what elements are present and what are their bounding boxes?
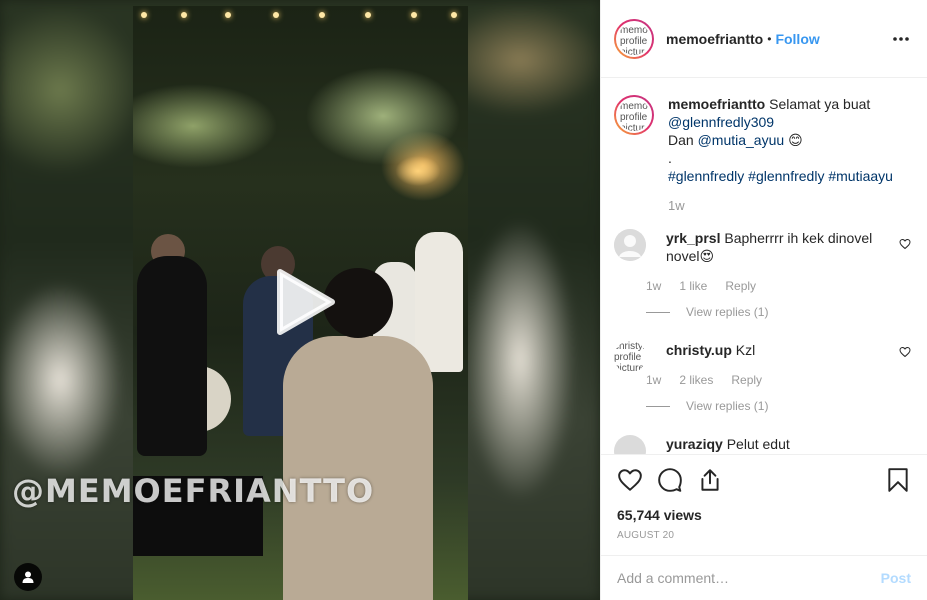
view-replies-label: View replies (1) xyxy=(686,399,769,413)
comment-likes[interactable]: 2 likes xyxy=(679,373,713,387)
reply-button[interactable]: Reply xyxy=(731,373,762,387)
guitarist xyxy=(415,232,463,372)
comment-avatar[interactable] xyxy=(614,435,646,454)
heart-eyes-emoji: 😍 xyxy=(699,248,715,264)
replies-line xyxy=(646,311,670,313)
post-header: memoefriantto's profile picture memoefri… xyxy=(601,0,927,78)
comment-username[interactable]: yrk_prsl xyxy=(666,230,720,246)
smile-emoji: 😊 xyxy=(788,132,803,148)
comment-input[interactable] xyxy=(617,570,881,586)
comment-likes[interactable]: 1 like xyxy=(679,279,707,293)
comment-item: yuraziqy Pelut edut xyxy=(614,435,911,454)
caption-time[interactable]: 1w xyxy=(668,197,893,215)
caption-dot: . xyxy=(668,150,672,166)
separator-dot: • xyxy=(767,31,772,46)
post-button[interactable]: Post xyxy=(881,570,911,586)
caption-text-1: Selamat ya buat xyxy=(769,96,871,112)
more-options-icon[interactable] xyxy=(891,29,911,49)
caption-username[interactable]: memoefriantto xyxy=(668,96,765,112)
comment-icon[interactable] xyxy=(657,467,683,493)
follow-button[interactable]: Follow xyxy=(775,31,819,47)
performer-black xyxy=(137,256,207,456)
view-replies-button[interactable]: View replies (1) xyxy=(646,399,886,413)
hashtag-link[interactable]: #mutiaayu xyxy=(828,168,893,184)
mention-link[interactable]: @mutia_ayuu xyxy=(698,132,785,148)
heart-icon[interactable] xyxy=(617,467,643,493)
comment-text: Kzl xyxy=(735,342,756,358)
chandelier xyxy=(388,146,448,196)
comment-time[interactable]: 1w xyxy=(646,279,661,293)
add-comment-bar: Post xyxy=(601,555,927,600)
caption-text-2: Dan xyxy=(668,132,694,148)
string-lights xyxy=(133,12,468,22)
avatar[interactable]: memoefriantto's profile picture xyxy=(614,18,654,59)
person-in-suit xyxy=(283,336,433,600)
mention-link[interactable]: @glennfredly309 xyxy=(668,114,774,130)
comment-username[interactable]: yuraziqy xyxy=(666,436,723,452)
share-icon[interactable] xyxy=(697,467,723,493)
comment-like-heart-icon[interactable] xyxy=(899,345,911,358)
caption: memoefriantto's profile picture memoefri… xyxy=(614,95,911,215)
caption-avatar-image: memoefriantto's profile picture xyxy=(616,97,652,133)
comment-like-heart-icon[interactable] xyxy=(899,237,911,250)
header-username[interactable]: memoefriantto xyxy=(666,31,763,47)
comment-text: Pelut edut xyxy=(726,436,790,452)
comment-time[interactable]: 1w xyxy=(646,373,661,387)
comments-list[interactable]: memoefriantto's profile picture memoefri… xyxy=(601,79,927,454)
hashtag-link[interactable]: #glennfredly xyxy=(748,168,824,184)
comment-avatar[interactable]: christy.up's profile picture xyxy=(614,341,646,373)
hashtag-link[interactable]: #glennfredly xyxy=(668,168,744,184)
post-sidebar: memoefriantto's profile picture memoefri… xyxy=(600,0,927,600)
comment-item: christy.up's profile picture christy.up … xyxy=(614,341,911,413)
bookmark-icon[interactable] xyxy=(885,467,911,493)
comment-item: yrk_prsl Bapherrrr ih kek dinovel novel😍… xyxy=(614,229,911,319)
post-media[interactable]: @MEMOEFRIANTTO xyxy=(0,0,600,600)
user-tag-icon[interactable] xyxy=(14,563,42,591)
play-icon[interactable] xyxy=(272,268,336,336)
comment-avatar[interactable] xyxy=(614,229,646,261)
view-count[interactable]: 65,744 views xyxy=(617,507,911,523)
view-replies-label: View replies (1) xyxy=(686,305,769,319)
post-date[interactable]: AUGUST 20 xyxy=(617,530,911,541)
action-bar xyxy=(617,455,911,503)
comment-username[interactable]: christy.up xyxy=(666,342,732,358)
video-watermark: @MEMOEFRIANTTO xyxy=(12,472,375,510)
avatar-image: memoefriantto's profile picture xyxy=(616,20,652,57)
caption-avatar[interactable]: memoefriantto's profile picture xyxy=(614,95,654,135)
post-actions-section: 65,744 views AUGUST 20 xyxy=(601,454,927,541)
reply-button[interactable]: Reply xyxy=(725,279,756,293)
view-replies-button[interactable]: View replies (1) xyxy=(646,305,886,319)
replies-line xyxy=(646,405,670,407)
